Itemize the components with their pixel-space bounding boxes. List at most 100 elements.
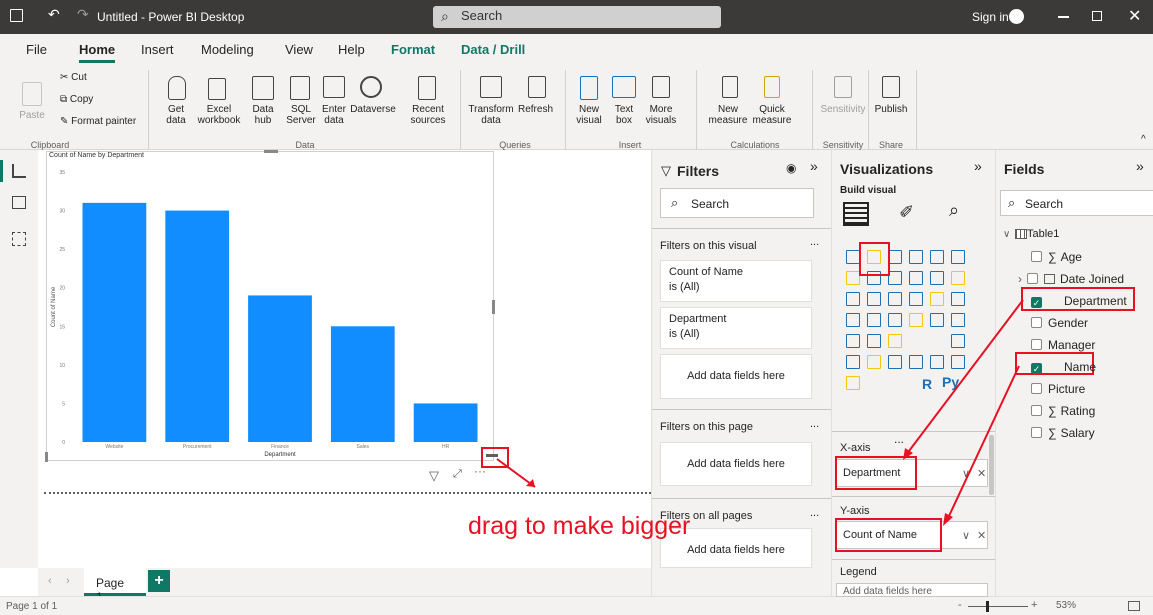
collapse-ribbon-icon[interactable]: ^: [1141, 134, 1146, 145]
filters-on-page-more[interactable]: ...: [810, 418, 819, 430]
enter-data-button[interactable]: Enter data: [320, 104, 348, 126]
field-checkbox[interactable]: [1031, 251, 1042, 262]
more-visuals-button[interactable]: More visuals: [642, 104, 680, 126]
resize-handle-top[interactable]: [264, 150, 278, 153]
resize-handle-bottom-left[interactable]: [45, 452, 48, 462]
minimize-icon[interactable]: [1058, 16, 1069, 18]
field-item-gender[interactable]: Gender: [1031, 316, 1088, 330]
add-page-button[interactable]: +: [148, 570, 170, 592]
field-checkbox[interactable]: [1031, 317, 1042, 328]
tab-insert[interactable]: Insert: [141, 42, 174, 57]
table-name[interactable]: Table1: [1027, 228, 1059, 240]
quick-measure-button[interactable]: Quick measure: [750, 104, 794, 126]
expand-field-icon[interactable]: ›: [1018, 272, 1022, 286]
save-icon[interactable]: [10, 9, 23, 22]
add-fields-page-dropzone[interactable]: Add data fields here: [660, 442, 812, 486]
legend-well[interactable]: Add data fields here: [836, 583, 988, 597]
line-column-visual-icon[interactable]: [909, 271, 923, 285]
recent-sources-button[interactable]: Recent sources: [404, 104, 452, 126]
next-page-icon[interactable]: ›: [66, 575, 70, 587]
line-visual-icon[interactable]: [846, 271, 860, 285]
tab-format[interactable]: Format: [391, 42, 435, 57]
cut-button[interactable]: ✂ Cut: [60, 72, 87, 83]
report-view-icon[interactable]: [0, 160, 3, 182]
field-checkbox[interactable]: [1027, 273, 1038, 284]
clustered-bar-visual-icon[interactable]: [930, 250, 944, 264]
stacked-column-visual-icon[interactable]: [888, 250, 902, 264]
search-box[interactable]: ⌕ Search: [433, 6, 721, 28]
filters-on-visual-more[interactable]: ...: [810, 236, 819, 248]
zoom-out-button[interactable]: -: [958, 599, 962, 611]
restore-icon[interactable]: [1092, 11, 1102, 21]
tab-file[interactable]: File: [26, 42, 47, 57]
field-checkbox[interactable]: ✓: [1031, 297, 1042, 308]
field-item-salary[interactable]: ∑ Salary: [1031, 426, 1095, 440]
field-item-name[interactable]: ✓ Name: [1031, 360, 1096, 374]
bar-chart-visual[interactable]: Count of Name by Department 0 5 10 15 20 25 30…: [45, 150, 495, 462]
format-painter-button[interactable]: ✎ Format painter: [60, 116, 136, 127]
report-view-bars-icon[interactable]: [12, 164, 26, 178]
line-clustered-visual-icon[interactable]: [930, 271, 944, 285]
dataverse-button[interactable]: Dataverse: [350, 104, 396, 115]
redo-icon[interactable]: ↷: [77, 6, 89, 23]
field-item-department[interactable]: ✓ Department: [1031, 294, 1127, 308]
filter-card-count-of-name[interactable]: Count of Name is (All): [660, 260, 812, 302]
avatar-icon[interactable]: [1009, 9, 1024, 24]
page-tab[interactable]: Page 1: [84, 568, 146, 604]
publish-button[interactable]: Publish: [874, 104, 908, 115]
field-checkbox[interactable]: [1031, 427, 1042, 438]
new-visual-button[interactable]: New visual: [574, 104, 604, 126]
zoom-in-button[interactable]: +: [1031, 599, 1037, 611]
new-measure-button[interactable]: New measure: [706, 104, 750, 126]
copy-button[interactable]: ⧉ Copy: [60, 94, 93, 105]
filter-icon[interactable]: ▽: [429, 468, 439, 484]
add-fields-visual-dropzone[interactable]: Add data fields here: [660, 354, 812, 399]
data-hub-button[interactable]: Data hub: [246, 104, 280, 126]
field-checkbox[interactable]: ✓: [1031, 363, 1042, 374]
undo-icon[interactable]: ↶: [48, 6, 60, 23]
collapse-filters-icon[interactable]: »: [810, 158, 818, 174]
tab-help[interactable]: Help: [338, 42, 365, 57]
table-view-icon[interactable]: [12, 196, 26, 209]
paste-icon[interactable]: [22, 82, 42, 106]
field-item-rating[interactable]: ∑ Rating: [1031, 404, 1095, 418]
field-item-age[interactable]: ∑ Age: [1031, 250, 1082, 264]
stacked-bar-visual-icon[interactable]: [846, 250, 860, 264]
collapse-fields-icon[interactable]: »: [1136, 158, 1144, 174]
column-visual-icon[interactable]: [909, 250, 923, 264]
get-data-button[interactable]: Get data: [158, 104, 194, 126]
field-item-date-joined[interactable]: › Date Joined: [1018, 272, 1124, 286]
expand-table-icon[interactable]: ∨: [1003, 229, 1010, 240]
close-icon[interactable]: ✕: [1128, 6, 1141, 26]
fit-to-page-icon[interactable]: [1128, 601, 1140, 611]
model-view-icon[interactable]: [12, 232, 26, 246]
ribbon-visual-icon[interactable]: [951, 271, 965, 285]
sql-server-button[interactable]: SQL Server: [284, 104, 318, 126]
text-box-button[interactable]: Text box: [612, 104, 636, 126]
100-stacked-bar-visual-icon[interactable]: [951, 250, 965, 264]
fields-search[interactable]: ⌕ Search: [1000, 190, 1153, 216]
transform-data-button[interactable]: Transform data: [468, 104, 514, 126]
filters-search[interactable]: ⌕ Search: [660, 188, 814, 218]
resize-handle-right[interactable]: [492, 300, 495, 314]
zoom-slider[interactable]: [968, 606, 1028, 607]
field-item-picture[interactable]: Picture: [1031, 382, 1085, 396]
field-checkbox[interactable]: [1031, 383, 1042, 394]
tab-view[interactable]: View: [285, 42, 313, 57]
prev-page-icon[interactable]: ‹: [48, 575, 52, 587]
filters-on-all-more[interactable]: ...: [810, 507, 819, 519]
sign-in-link[interactable]: Sign in: [972, 10, 1009, 24]
field-checkbox[interactable]: [1031, 339, 1042, 350]
build-visual-tab-icon[interactable]: [843, 202, 869, 226]
stacked-area-visual-icon[interactable]: [888, 271, 902, 285]
analytics-tab-icon[interactable]: ⌕: [949, 200, 959, 221]
refresh-button[interactable]: Refresh: [518, 104, 558, 115]
zoom-slider-thumb[interactable]: [986, 601, 989, 612]
tab-home[interactable]: Home: [79, 42, 116, 63]
tab-data-drill[interactable]: Data / Drill: [461, 42, 525, 57]
focus-mode-icon[interactable]: ⤢: [453, 468, 462, 481]
tab-modeling[interactable]: Modeling: [201, 42, 254, 57]
eye-icon[interactable]: ◉: [786, 161, 796, 175]
sensitivity-button[interactable]: Sensitivity: [820, 104, 866, 115]
filter-card-department[interactable]: Department is (All): [660, 307, 812, 349]
